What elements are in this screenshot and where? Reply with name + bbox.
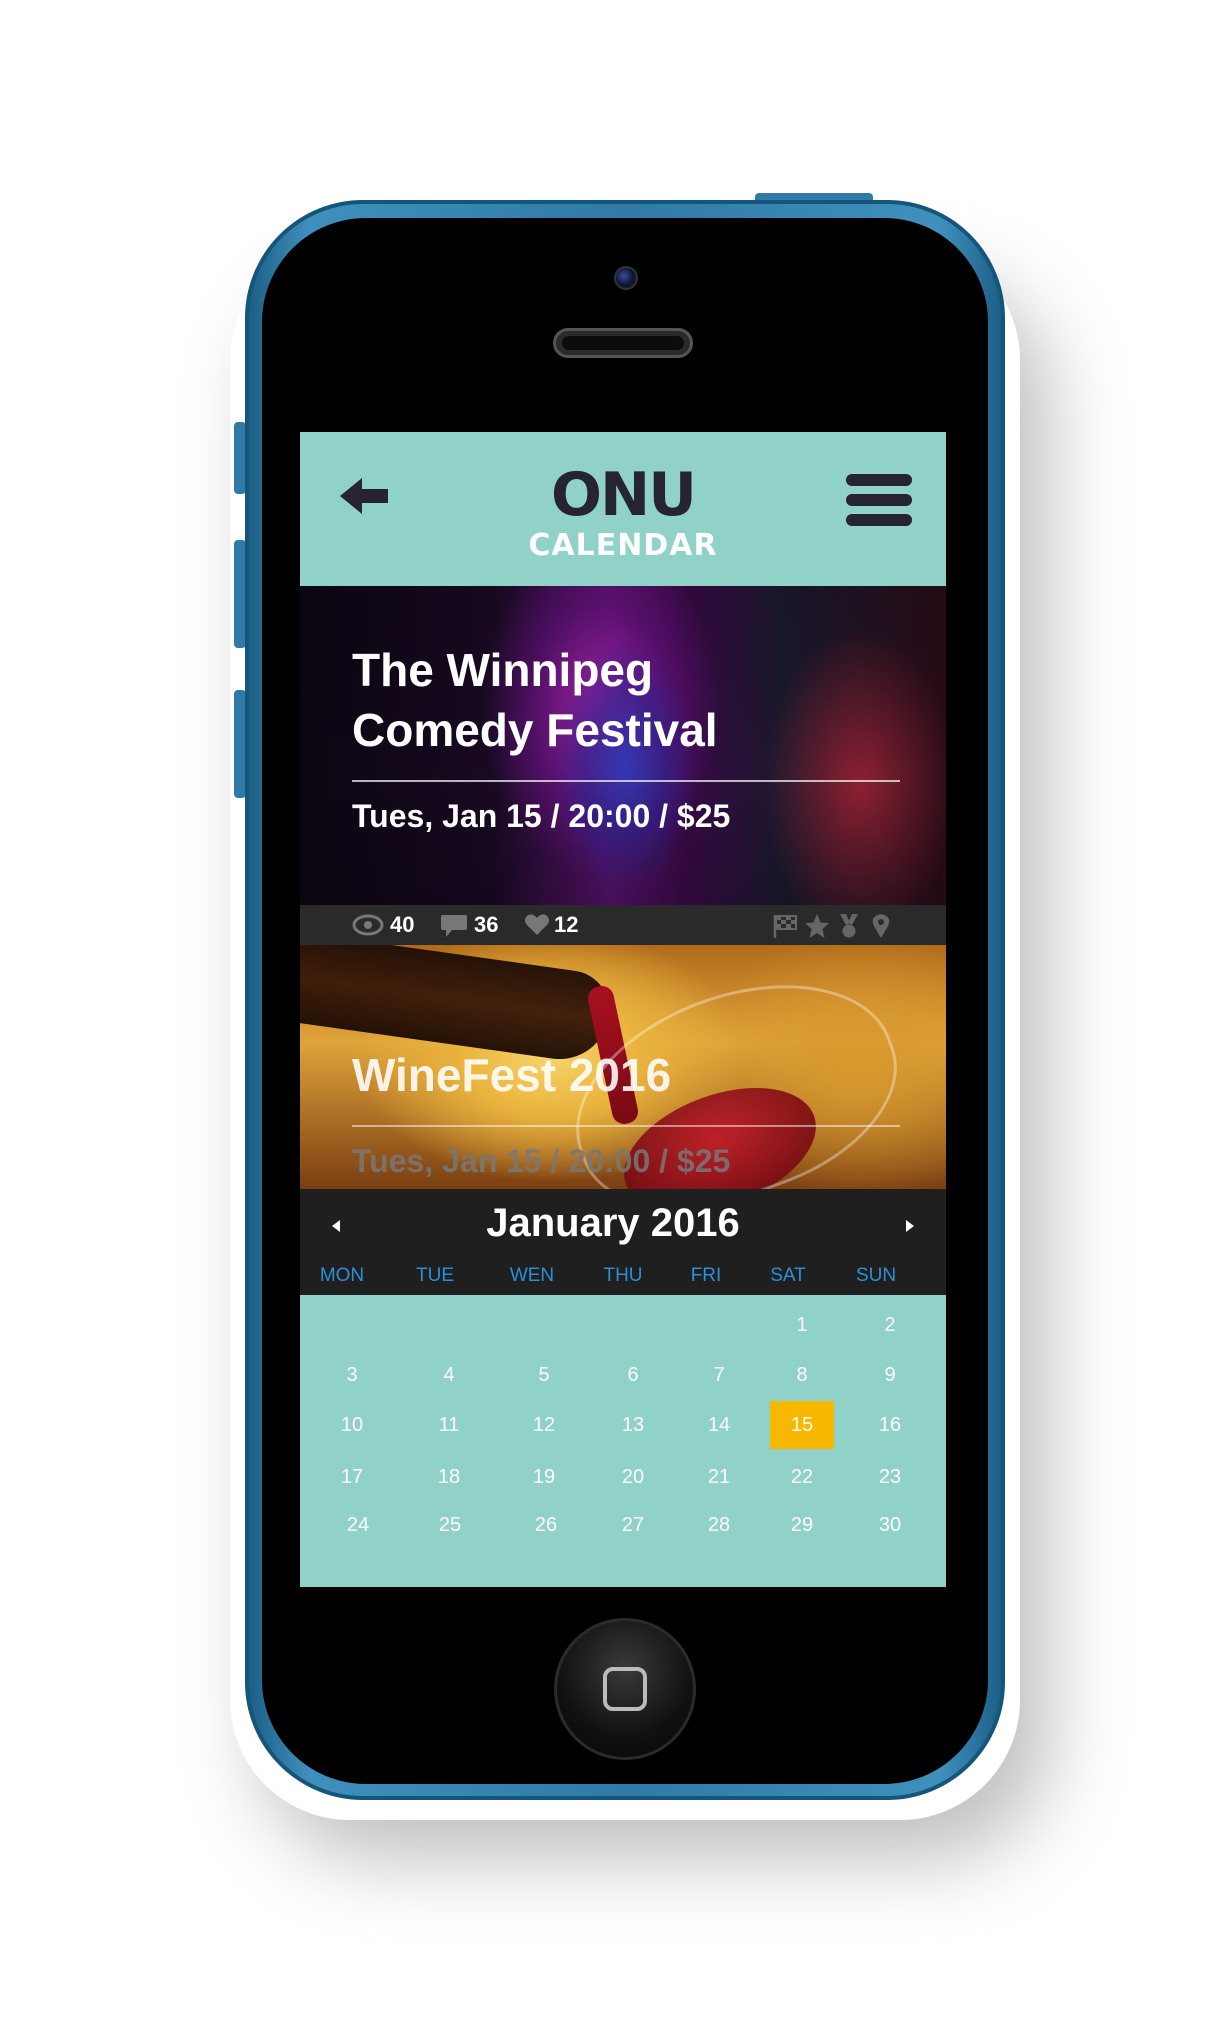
weekday-label: FRI: [690, 1265, 722, 1286]
weekday-label: MON: [319, 1265, 365, 1286]
checkered-flag-icon[interactable]: [772, 913, 798, 939]
calendar-day[interactable]: 7: [689, 1353, 749, 1397]
page-subtitle: CALENDAR: [528, 528, 718, 563]
calendar-day[interactable]: 21: [689, 1455, 749, 1499]
app-screen: ONU CALENDAR The Winnipeg Comedy Festiva…: [300, 432, 946, 1587]
calendar-day[interactable]: 11: [419, 1403, 479, 1447]
calendar-grid: 1 2 3 4 5 6 7 8 9 10 11 12 13 14 15 16 1…: [300, 1295, 946, 1587]
calendar-day[interactable]: 24: [328, 1503, 388, 1547]
weekday-label: TUE: [416, 1265, 454, 1286]
hamburger-menu-icon[interactable]: [846, 472, 912, 528]
event-title: WineFest 2016: [352, 1049, 672, 1101]
calendar-day[interactable]: 23: [860, 1455, 920, 1499]
event-stats-bar: 40 36 12: [300, 905, 946, 945]
likes-count: 12: [554, 912, 579, 937]
calendar-day[interactable]: 20: [603, 1455, 663, 1499]
eye-icon: [352, 914, 384, 936]
calendar-day[interactable]: 9: [860, 1353, 920, 1397]
event-title: The Winnipeg Comedy Festival: [352, 640, 912, 760]
event-divider: [352, 1125, 900, 1127]
event-meta: Tues, Jan 15 / 20:00 / $25: [352, 798, 731, 834]
chevron-right-icon[interactable]: [900, 1211, 920, 1241]
weekday-label: SAT: [770, 1265, 806, 1286]
calendar-day: [514, 1303, 574, 1347]
calendar-day[interactable]: 18: [419, 1455, 479, 1499]
calendar-header: January 2016 MON TUE WEN THU FRI SAT SUN: [300, 1189, 946, 1295]
event-title-line2: Comedy Festival: [352, 704, 718, 756]
weekday-row: MON TUE WEN THU FRI SAT SUN: [300, 1261, 946, 1291]
calendar-day[interactable]: 1: [772, 1303, 832, 1347]
calendar-day[interactable]: 14: [689, 1403, 749, 1447]
comment-icon: [441, 915, 467, 937]
likes-stat[interactable]: 12: [524, 911, 584, 939]
calendar-day[interactable]: 5: [514, 1353, 574, 1397]
calendar-day[interactable]: 19: [514, 1455, 574, 1499]
event-meta: Tues, Jan 15 / 20:00 / $25: [352, 1143, 731, 1179]
calendar-day[interactable]: 12: [514, 1403, 574, 1447]
calendar-day[interactable]: 22: [772, 1455, 832, 1499]
calendar-day[interactable]: 30: [860, 1503, 920, 1547]
earpiece-speaker: [553, 328, 693, 358]
calendar-day[interactable]: 26: [516, 1503, 576, 1547]
calendar-month-title: January 2016: [486, 1201, 740, 1245]
calendar-day: [689, 1303, 749, 1347]
front-camera: [614, 266, 638, 290]
calendar-day[interactable]: 16: [860, 1403, 920, 1447]
calendar-day[interactable]: 2: [860, 1303, 920, 1347]
weekday-label: THU: [603, 1265, 643, 1286]
event-title-line1: The Winnipeg: [352, 644, 654, 696]
medal-icon[interactable]: [836, 913, 862, 939]
comments-count: 36: [474, 912, 499, 937]
calendar-day[interactable]: 13: [603, 1403, 663, 1447]
calendar-day-selected[interactable]: 15: [770, 1401, 834, 1449]
event-card-winefest[interactable]: WineFest 2016 Tues, Jan 15 / 20:00 / $25: [300, 945, 946, 1189]
weekday-label: SUN: [855, 1265, 897, 1286]
event-card-comedy[interactable]: The Winnipeg Comedy Festival Tues, Jan 1…: [300, 586, 946, 905]
star-icon[interactable]: [804, 913, 830, 939]
calendar-day: [419, 1303, 479, 1347]
calendar-day: [603, 1303, 663, 1347]
calendar-day[interactable]: 27: [603, 1503, 663, 1547]
calendar-day[interactable]: 8: [772, 1353, 832, 1397]
calendar-day[interactable]: 17: [322, 1455, 382, 1499]
heart-icon: [525, 914, 549, 935]
calendar-day[interactable]: 28: [689, 1503, 749, 1547]
calendar-day[interactable]: 6: [603, 1353, 663, 1397]
stage: ONU CALENDAR The Winnipeg Comedy Festiva…: [0, 0, 1225, 2023]
views-count: 40: [390, 912, 415, 937]
event-divider: [352, 780, 900, 782]
app-header: ONU CALENDAR: [300, 432, 946, 586]
location-pin-icon[interactable]: [868, 913, 894, 939]
calendar-day[interactable]: 10: [322, 1403, 382, 1447]
home-button[interactable]: [554, 1618, 696, 1760]
calendar-day[interactable]: 29: [772, 1503, 832, 1547]
calendar-day[interactable]: 4: [419, 1353, 479, 1397]
views-stat: 40: [352, 911, 422, 939]
calendar-day[interactable]: 25: [420, 1503, 480, 1547]
home-square-icon: [603, 1667, 647, 1711]
calendar-day: [322, 1303, 382, 1347]
calendar-day[interactable]: 3: [322, 1353, 382, 1397]
weekday-label: WEN: [509, 1265, 555, 1286]
comments-stat[interactable]: 36: [440, 911, 506, 939]
